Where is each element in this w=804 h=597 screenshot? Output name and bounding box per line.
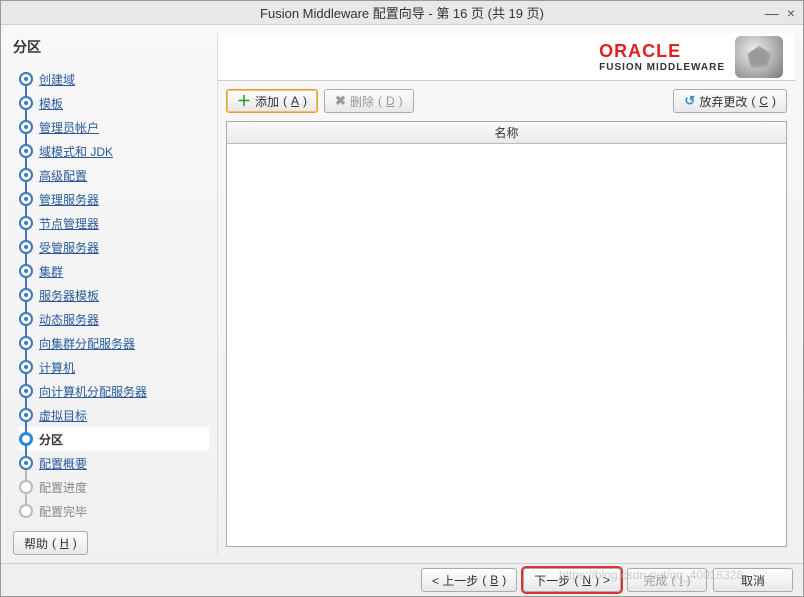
- oracle-logo: ORACLE: [599, 41, 681, 62]
- nav-label: 域模式和 JDK: [39, 143, 113, 160]
- nav-label: 动态服务器: [39, 311, 99, 328]
- nav-label: 创建域: [39, 71, 75, 88]
- back-button[interactable]: < 上一步(B): [421, 568, 517, 592]
- nav-label: 向集群分配服务器: [39, 335, 135, 352]
- nav-step-16[interactable]: 配置概要: [19, 451, 209, 475]
- nav-step-1[interactable]: 模板: [19, 91, 209, 115]
- window-title: Fusion Middleware 配置向导 - 第 16 页 (共 19 页): [260, 3, 544, 22]
- oracle-subtitle: FUSION MIDDLEWARE: [599, 62, 725, 73]
- nav-bullet-icon: [19, 288, 33, 302]
- nav-step-10[interactable]: 动态服务器: [19, 307, 209, 331]
- nav-step-15: 分区: [19, 427, 209, 451]
- nav-list: 创建域模板管理员帐户域模式和 JDK 高级配置管理服务器节点管理器受管服务器集群服…: [9, 67, 209, 523]
- right-panel: ORACLE FUSION MIDDLEWARE ＋ 添加(A) ✖ 删除(D): [217, 33, 795, 555]
- data-grid[interactable]: 名称: [226, 121, 787, 547]
- nav-bullet-icon: [19, 336, 33, 350]
- nav-label: 管理员帐户: [39, 119, 99, 136]
- nav-bullet-icon: [19, 480, 33, 494]
- nav-label: 集群: [39, 263, 63, 280]
- delete-button: ✖ 删除(D): [324, 89, 414, 113]
- next-button[interactable]: 下一步(N)>: [523, 568, 621, 592]
- nav-step-4[interactable]: 高级配置: [19, 163, 209, 187]
- nav-bullet-icon: [19, 72, 33, 86]
- nav-step-18: 配置完毕: [19, 499, 209, 523]
- nav-label: 配置完毕: [39, 503, 87, 520]
- nav-label: 配置概要: [39, 455, 87, 472]
- revert-icon: ↺: [684, 93, 695, 109]
- nav-bullet-icon: [19, 264, 33, 278]
- nav-step-6[interactable]: 节点管理器: [19, 211, 209, 235]
- nav-bullet-icon: [19, 120, 33, 134]
- nav-bullet-icon: [19, 216, 33, 230]
- nav-label: 服务器模板: [39, 287, 99, 304]
- close-icon[interactable]: ×: [787, 5, 795, 21]
- nav-step-14[interactable]: 虚拟目标: [19, 403, 209, 427]
- nav-label: 管理服务器: [39, 191, 99, 208]
- nav-label: 受管服务器: [39, 239, 99, 256]
- nav-step-3[interactable]: 域模式和 JDK: [19, 139, 209, 163]
- left-panel: 分区 创建域模板管理员帐户域模式和 JDK 高级配置管理服务器节点管理器受管服务器…: [9, 33, 209, 555]
- add-button[interactable]: ＋ 添加(A): [226, 89, 318, 113]
- nav-label: 模板: [39, 95, 63, 112]
- cancel-button[interactable]: 取消: [713, 568, 793, 592]
- nav-step-11[interactable]: 向集群分配服务器: [19, 331, 209, 355]
- nav-bullet-icon: [19, 144, 33, 158]
- nav-label: 计算机: [39, 359, 75, 376]
- grid-body[interactable]: [227, 144, 786, 546]
- nav-label: 高级配置: [39, 167, 87, 184]
- nav-step-12[interactable]: 计算机: [19, 355, 209, 379]
- nav-step-2[interactable]: 管理员帐户: [19, 115, 209, 139]
- footer: < 上一步(B) 下一步(N)> 完成(I) 取消: [1, 563, 803, 596]
- nav-bullet-icon: [19, 312, 33, 326]
- nav-step-5[interactable]: 管理服务器: [19, 187, 209, 211]
- titlebar: Fusion Middleware 配置向导 - 第 16 页 (共 19 页)…: [1, 1, 803, 25]
- section-title: 分区: [9, 33, 209, 67]
- plus-icon: ＋: [237, 91, 251, 111]
- nav-bullet-icon: [19, 384, 33, 398]
- x-icon: ✖: [335, 93, 346, 109]
- nav-step-9[interactable]: 服务器模板: [19, 283, 209, 307]
- nav-bullet-icon: [19, 240, 33, 254]
- toolbar: ＋ 添加(A) ✖ 删除(D) ↺ 放弃更改(C): [218, 81, 795, 121]
- nav-step-8[interactable]: 集群: [19, 259, 209, 283]
- nav-bullet-icon: [19, 192, 33, 206]
- nav-label: 分区: [39, 431, 63, 448]
- nav-label: 配置进度: [39, 479, 87, 496]
- discard-changes-button[interactable]: ↺ 放弃更改(C): [673, 89, 787, 113]
- nav-bullet-icon: [19, 360, 33, 374]
- nav-bullet-icon: [19, 408, 33, 422]
- nav-label: 节点管理器: [39, 215, 99, 232]
- nav-step-7[interactable]: 受管服务器: [19, 235, 209, 259]
- nav-step-13[interactable]: 向计算机分配服务器: [19, 379, 209, 403]
- minimize-icon[interactable]: —: [765, 5, 779, 21]
- nav-step-17: 配置进度: [19, 475, 209, 499]
- nav-bullet-icon: [19, 432, 33, 446]
- grid-column-header: 名称: [227, 122, 786, 144]
- oracle-pentagon-icon: [735, 36, 783, 78]
- finish-button: 完成(I): [627, 568, 707, 592]
- nav-bullet-icon: [19, 96, 33, 110]
- nav-label: 向计算机分配服务器: [39, 383, 147, 400]
- nav-bullet-icon: [19, 456, 33, 470]
- help-button[interactable]: 帮助(H): [13, 531, 88, 555]
- nav-label: 虚拟目标: [39, 407, 87, 424]
- brand-header: ORACLE FUSION MIDDLEWARE: [218, 33, 795, 81]
- nav-bullet-icon: [19, 168, 33, 182]
- nav-bullet-icon: [19, 504, 33, 518]
- nav-step-0[interactable]: 创建域: [19, 67, 209, 91]
